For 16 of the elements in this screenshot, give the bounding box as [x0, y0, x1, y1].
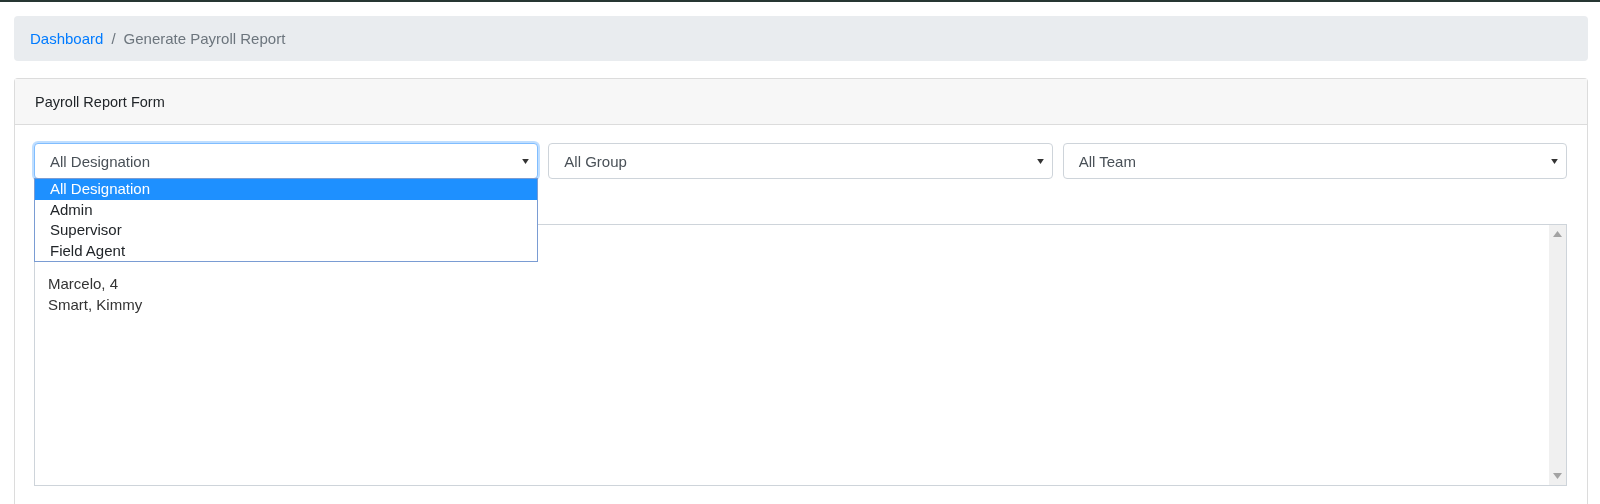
list-option[interactable]: Marcelo, 4 [48, 273, 1549, 294]
dropdown-option[interactable]: Admin [35, 199, 538, 220]
select-field[interactable]: All Team [1062, 143, 1567, 179]
caret-icon [1036, 158, 1044, 164]
breadcrumb-current: Generate Payroll Report [123, 30, 286, 47]
dropdown-option[interactable]: Field Agent [35, 240, 538, 261]
list-option[interactable]: Smart, Kimmy [48, 294, 1549, 315]
scroll-down-icon[interactable] [1553, 473, 1562, 479]
caret-icon [1551, 158, 1558, 164]
scrollbar[interactable] [1549, 225, 1566, 485]
card-title: Payroll Report Form [35, 93, 165, 110]
select-field[interactable]: All Designation [34, 143, 539, 179]
scroll-up-icon[interactable] [1553, 231, 1562, 237]
select-field[interactable]: All Group [548, 143, 1053, 179]
caret-icon [522, 158, 530, 164]
breadcrumb-separator: / [110, 30, 117, 47]
